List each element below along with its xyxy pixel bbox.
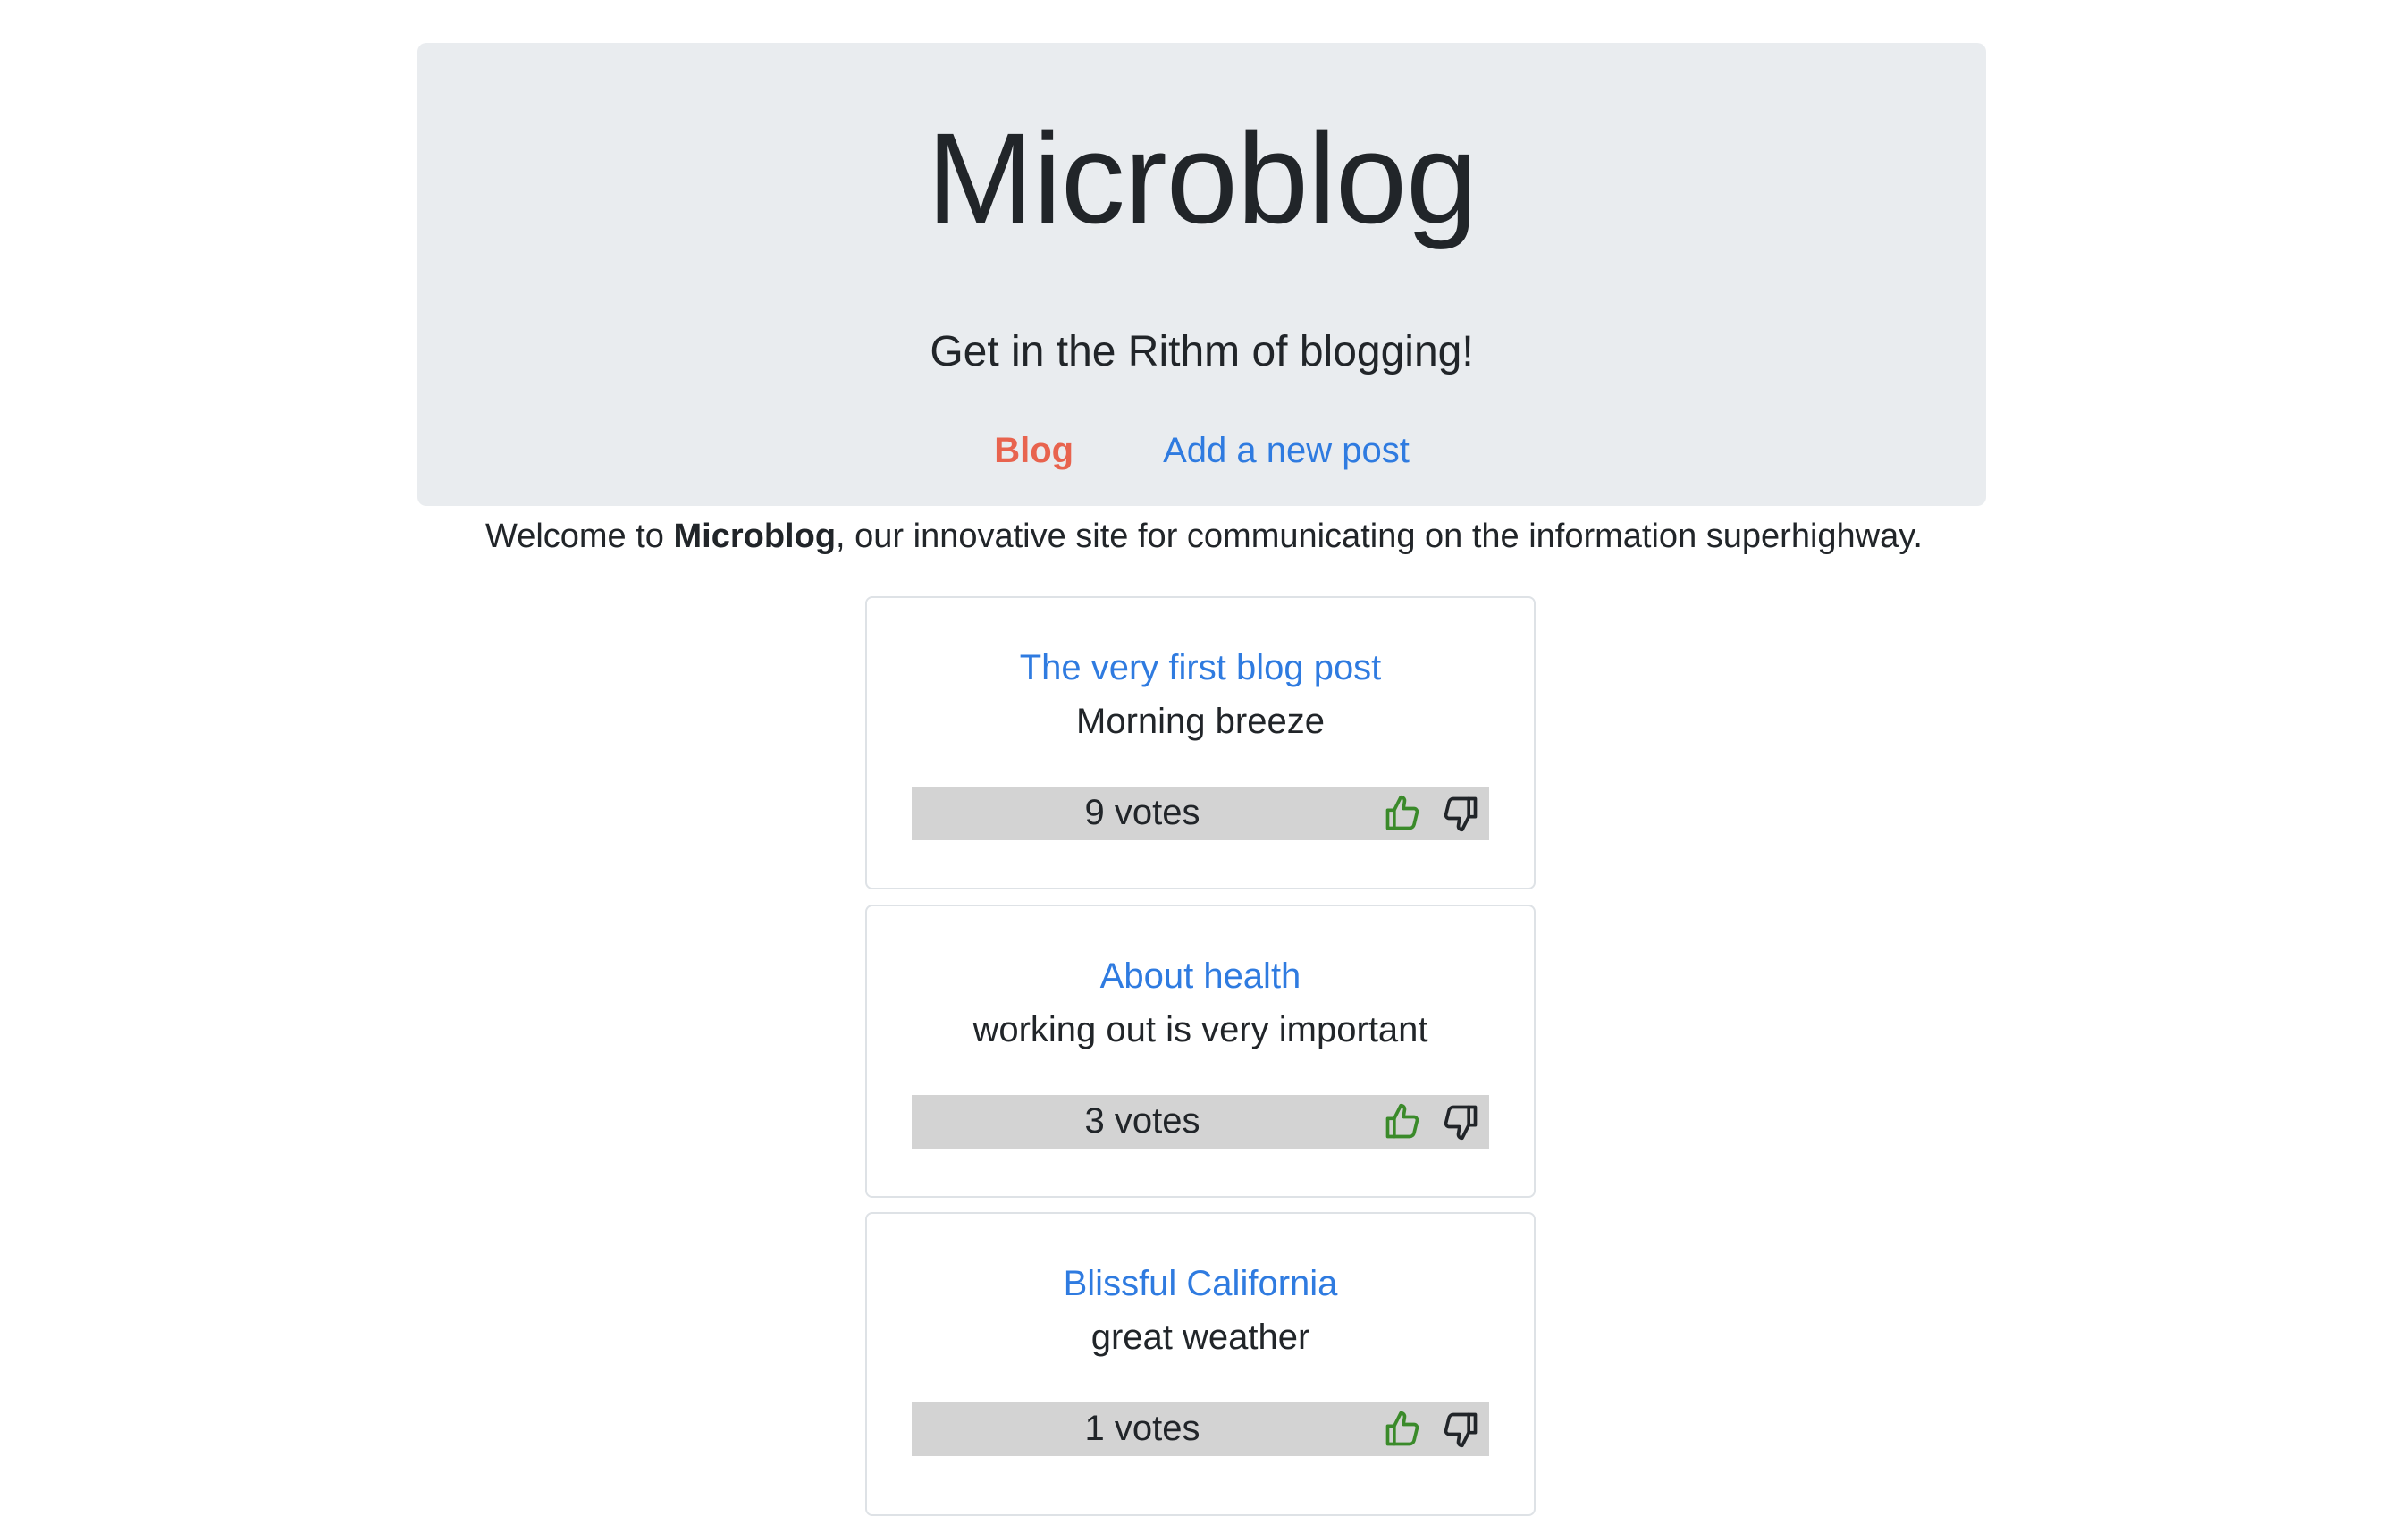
thumbs-down-icon[interactable] [1441, 1410, 1480, 1449]
vote-bar: 3 votes [912, 1095, 1489, 1149]
main-nav: Blog Add a new post [417, 433, 1986, 468]
post-title-link[interactable]: Blissful California [867, 1266, 1534, 1301]
vote-count: 3 votes [1084, 1101, 1200, 1141]
post-card: Blissful California great weather 1 vote… [865, 1212, 1536, 1516]
thumbs-up-icon[interactable] [1383, 1102, 1422, 1141]
thumbs-down-icon[interactable] [1441, 1102, 1480, 1141]
nav-add-post-link[interactable]: Add a new post [1163, 433, 1410, 468]
post-card: About health working out is very importa… [865, 905, 1536, 1198]
thumbs-up-icon[interactable] [1383, 794, 1422, 833]
post-body: Morning breeze [1076, 702, 1325, 741]
vote-bar: 1 votes [912, 1402, 1489, 1456]
welcome-brand: Microblog [673, 518, 837, 555]
post-body: working out is very important [972, 1010, 1428, 1049]
site-subtitle: Get in the Rithm of blogging! [930, 328, 1474, 375]
vote-count: 1 votes [1084, 1409, 1200, 1448]
welcome-prefix: Welcome to [485, 518, 674, 555]
thumbs-up-icon[interactable] [1383, 1410, 1422, 1449]
thumbs-down-icon[interactable] [1441, 794, 1480, 833]
vote-count: 9 votes [1084, 793, 1200, 832]
post-card: The very first blog post Morning breeze … [865, 596, 1536, 889]
post-title-link[interactable]: About health [867, 958, 1534, 994]
welcome-suffix: , our innovative site for communicating … [836, 518, 1923, 555]
site-title: Microblog [926, 106, 1478, 250]
welcome-message: Welcome to Microblog, our innovative sit… [0, 517, 2408, 558]
vote-bar: 9 votes [912, 787, 1489, 840]
post-body: great weather [1090, 1318, 1310, 1357]
post-title-link[interactable]: The very first blog post [867, 650, 1534, 686]
header-jumbotron: Microblog Get in the Rithm of blogging! … [417, 43, 1986, 506]
nav-blog-link[interactable]: Blog [994, 433, 1073, 468]
